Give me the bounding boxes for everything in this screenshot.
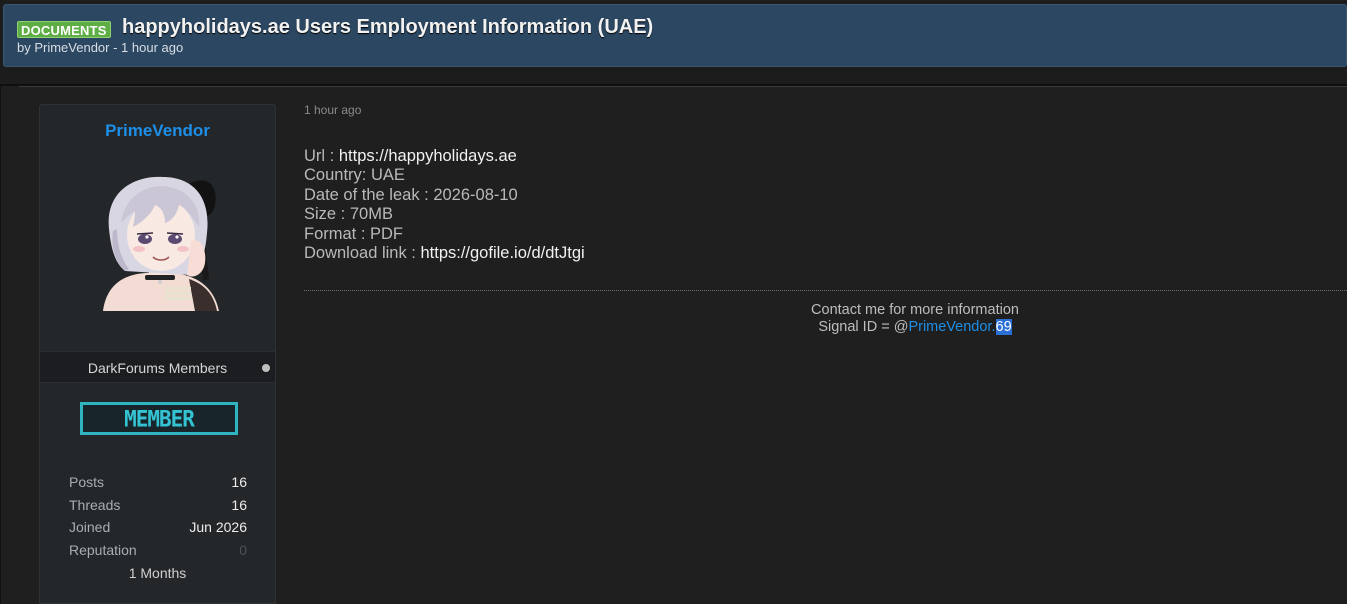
- avatar[interactable]: [95, 171, 225, 311]
- stat-value: 16: [231, 497, 247, 513]
- stat-row-reputation: Reputation 0: [69, 542, 247, 562]
- thread-meta: by PrimeVendor - 1 hour ago: [17, 40, 184, 55]
- stat-label: Threads: [69, 497, 121, 513]
- member-rank-label: MEMBER: [124, 406, 195, 432]
- post-container: PrimeVendor DarkForums Members MEMBER Po…: [0, 84, 1347, 604]
- avatar-image: [103, 176, 219, 311]
- url-link[interactable]: https://happyholidays.ae: [339, 147, 517, 165]
- thread-prefix-badge[interactable]: DOCUMENTS: [17, 21, 111, 38]
- post-line-label: Country: UAE: [304, 166, 405, 185]
- contact-line: Contact me for more information: [811, 302, 1019, 318]
- stat-value: Jun 2026: [189, 519, 247, 535]
- post-line-label: Date of the leak : 2026-08-10: [304, 185, 518, 204]
- stat-row-joined: Joined Jun 2026: [69, 519, 247, 539]
- member-rank-badge: MEMBER: [80, 402, 238, 435]
- thread-header: DOCUMENTS happyholidays.ae Users Employm…: [3, 4, 1347, 67]
- post-line-label: Download link :: [304, 244, 421, 263]
- post-line-country: Country: UAE: [304, 166, 585, 185]
- signal-line: Signal ID = @PrimeVendor.69: [681, 319, 1149, 336]
- signal-prefix: Signal ID = @: [818, 319, 909, 335]
- member-tenure: 1 Months: [128, 565, 187, 581]
- post-line-label: Format : PDF: [304, 224, 404, 243]
- signal-suffix-selected[interactable]: 69: [995, 319, 1012, 335]
- usergroup-label: DarkForums Members: [87, 360, 228, 376]
- signal-name-link[interactable]: PrimeVendor.: [908, 319, 995, 335]
- stat-label: Posts: [69, 474, 105, 490]
- post-line-format: Format : PDF: [304, 225, 585, 244]
- usergroup-bar: DarkForums Members: [40, 351, 275, 383]
- download-link[interactable]: https://gofile.io/d/dtJtgi: [420, 244, 584, 262]
- post-divider-top: [19, 86, 1347, 87]
- post-line-leak-date: Date of the leak : 2026-08-10: [304, 186, 585, 205]
- stat-label: Joined: [69, 519, 111, 535]
- post-line-size: Size : 70MB: [304, 205, 585, 224]
- stat-row-threads: Threads 16: [69, 497, 247, 517]
- post-content: Url : https://happyholidays.ae Country: …: [304, 147, 585, 263]
- post-date[interactable]: 1 hour ago: [304, 103, 361, 117]
- post-line-label: Size : 70MB: [304, 205, 393, 224]
- signature-block: Contact me for more information Signal I…: [681, 302, 1149, 336]
- stat-value: 16: [231, 474, 247, 490]
- thread-title[interactable]: happyholidays.ae Users Employment Inform…: [122, 16, 653, 39]
- post-line-url: Url : https://happyholidays.ae: [304, 147, 585, 166]
- post-line-label: Url :: [304, 147, 339, 165]
- signature-divider: [304, 290, 1347, 291]
- author-panel: PrimeVendor DarkForums Members MEMBER Po…: [39, 104, 276, 604]
- stat-row-posts: Posts 16: [69, 474, 247, 494]
- status-dot-icon: [262, 364, 270, 372]
- author-name-link[interactable]: PrimeVendor: [40, 121, 275, 141]
- stat-label: Reputation: [69, 542, 137, 558]
- reputation-value-link[interactable]: 0: [239, 542, 247, 558]
- post-line-download: Download link : https://gofile.io/d/dtJt…: [304, 244, 585, 263]
